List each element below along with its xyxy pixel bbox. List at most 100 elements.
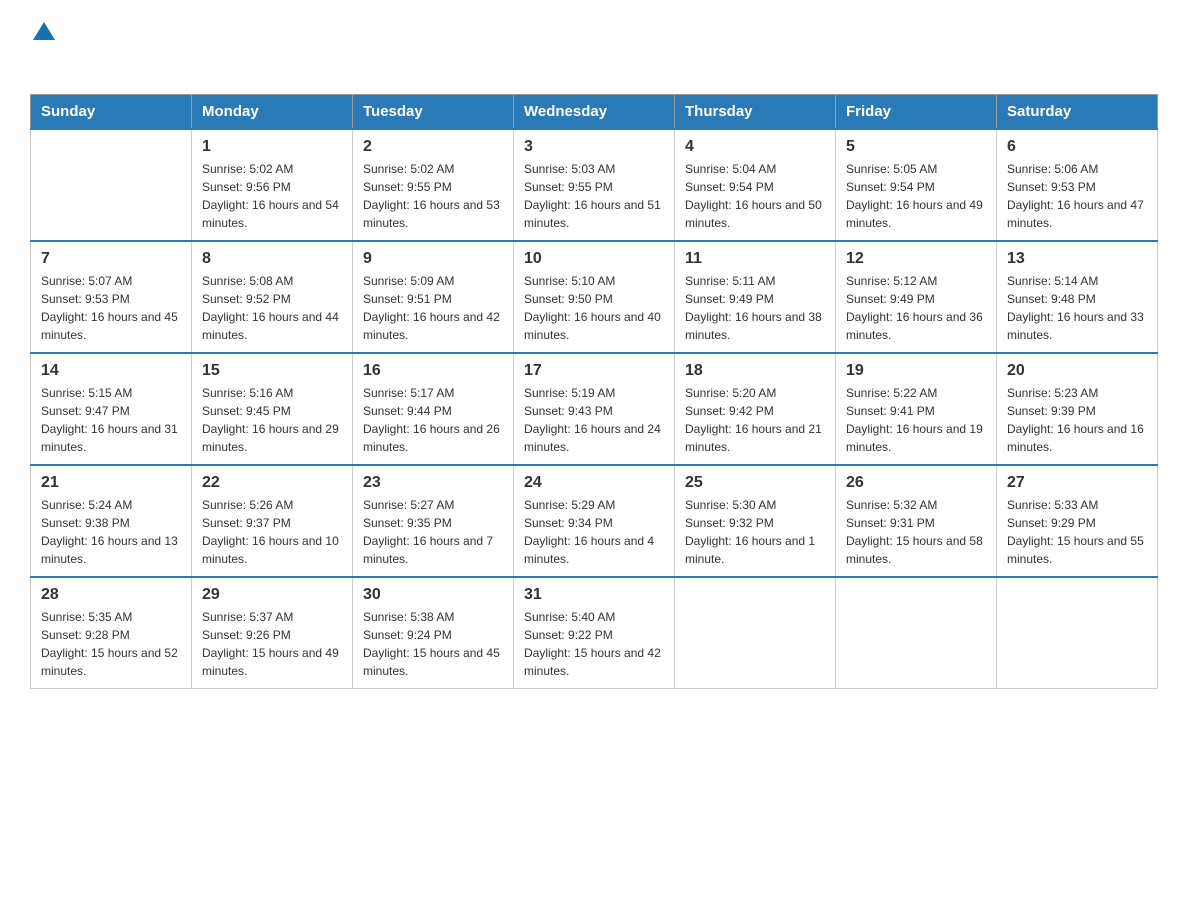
day-number: 13: [1007, 250, 1147, 268]
calendar-cell-30: 30 Sunrise: 5:38 AMSunset: 9:24 PMDayligh…: [353, 577, 514, 689]
day-number: 16: [363, 362, 503, 380]
logo-icon: [33, 20, 55, 42]
day-number: 21: [41, 474, 181, 492]
day-number: 2: [363, 138, 503, 156]
calendar-cell-22: 22 Sunrise: 5:26 AMSunset: 9:37 PMDayligh…: [192, 465, 353, 577]
day-info: Sunrise: 5:19 AMSunset: 9:43 PMDaylight:…: [524, 384, 664, 456]
day-number: 11: [685, 250, 825, 268]
day-info: Sunrise: 5:38 AMSunset: 9:24 PMDaylight:…: [363, 608, 503, 680]
logo: [30, 20, 55, 74]
calendar-cell-21: 21 Sunrise: 5:24 AMSunset: 9:38 PMDayligh…: [31, 465, 192, 577]
day-number: 29: [202, 586, 342, 604]
day-header-saturday: Saturday: [997, 95, 1158, 130]
calendar-cell-20: 20Sunrise: 5:23 AMSunset: 9:39 PMDayligh…: [997, 353, 1158, 465]
day-number: 24: [524, 474, 664, 492]
calendar-cell-26: 26Sunrise: 5:32 AMSunset: 9:31 PMDayligh…: [836, 465, 997, 577]
calendar-cell-23: 23 Sunrise: 5:27 AMSunset: 9:35 PMDayligh…: [353, 465, 514, 577]
calendar-cell-empty-4-5: [836, 577, 997, 689]
day-number: 31: [524, 586, 664, 604]
calendar-cell-13: 13 Sunrise: 5:14 AMSunset: 9:48 PMDayligh…: [997, 241, 1158, 353]
calendar-cell-24: 24Sunrise: 5:29 AMSunset: 9:34 PMDayligh…: [514, 465, 675, 577]
day-number: 19: [846, 362, 986, 380]
day-info: Sunrise: 5:08 AMSunset: 9:52 PMDaylight:…: [202, 272, 342, 344]
day-info: Sunrise: 5:26 AMSunset: 9:37 PMDaylight:…: [202, 496, 342, 568]
day-number: 27: [1007, 474, 1147, 492]
day-number: 30: [363, 586, 503, 604]
day-number: 1: [202, 138, 342, 156]
calendar-cell-17: 17 Sunrise: 5:19 AMSunset: 9:43 PMDayligh…: [514, 353, 675, 465]
calendar-cell-27: 27 Sunrise: 5:33 AMSunset: 9:29 PMDayligh…: [997, 465, 1158, 577]
day-info: Sunrise: 5:09 AMSunset: 9:51 PMDaylight:…: [363, 272, 503, 344]
day-info: Sunrise: 5:20 AMSunset: 9:42 PMDaylight:…: [685, 384, 825, 456]
day-info: Sunrise: 5:27 AMSunset: 9:35 PMDaylight:…: [363, 496, 503, 568]
day-number: 7: [41, 250, 181, 268]
day-number: 28: [41, 586, 181, 604]
calendar-cell-29: 29 Sunrise: 5:37 AMSunset: 9:26 PMDayligh…: [192, 577, 353, 689]
calendar-cell-15: 15Sunrise: 5:16 AMSunset: 9:45 PMDayligh…: [192, 353, 353, 465]
day-number: 23: [363, 474, 503, 492]
day-info: Sunrise: 5:37 AMSunset: 9:26 PMDaylight:…: [202, 608, 342, 680]
day-header-sunday: Sunday: [31, 95, 192, 130]
day-info: Sunrise: 5:03 AMSunset: 9:55 PMDaylight:…: [524, 160, 664, 232]
day-number: 20: [1007, 362, 1147, 380]
day-info: Sunrise: 5:02 AMSunset: 9:56 PMDaylight:…: [202, 160, 342, 232]
header-row: SundayMondayTuesdayWednesdayThursdayFrid…: [31, 95, 1158, 130]
day-number: 8: [202, 250, 342, 268]
day-number: 17: [524, 362, 664, 380]
day-header-tuesday: Tuesday: [353, 95, 514, 130]
week-row-5: 28 Sunrise: 5:35 AMSunset: 9:28 PMDayligh…: [31, 577, 1158, 689]
day-info: Sunrise: 5:17 AMSunset: 9:44 PMDaylight:…: [363, 384, 503, 456]
day-number: 14: [41, 362, 181, 380]
week-row-4: 21 Sunrise: 5:24 AMSunset: 9:38 PMDayligh…: [31, 465, 1158, 577]
day-number: 9: [363, 250, 503, 268]
day-info: Sunrise: 5:12 AMSunset: 9:49 PMDaylight:…: [846, 272, 986, 344]
calendar-cell-4: 4 Sunrise: 5:04 AMSunset: 9:54 PMDaylight…: [675, 129, 836, 241]
calendar-cell-14: 14 Sunrise: 5:15 AMSunset: 9:47 PMDayligh…: [31, 353, 192, 465]
calendar-cell-2: 2 Sunrise: 5:02 AMSunset: 9:55 PMDaylight…: [353, 129, 514, 241]
day-number: 12: [846, 250, 986, 268]
day-number: 18: [685, 362, 825, 380]
calendar-cell-18: 18 Sunrise: 5:20 AMSunset: 9:42 PMDayligh…: [675, 353, 836, 465]
day-number: 10: [524, 250, 664, 268]
calendar-table: SundayMondayTuesdayWednesdayThursdayFrid…: [30, 94, 1158, 689]
day-number: 3: [524, 138, 664, 156]
day-info: Sunrise: 5:15 AMSunset: 9:47 PMDaylight:…: [41, 384, 181, 456]
day-info: Sunrise: 5:30 AMSunset: 9:32 PMDaylight:…: [685, 496, 825, 568]
calendar-cell-1: 1 Sunrise: 5:02 AMSunset: 9:56 PMDaylight…: [192, 129, 353, 241]
calendar-cell-empty-4-6: [997, 577, 1158, 689]
calendar-cell-10: 10 Sunrise: 5:10 AMSunset: 9:50 PMDayligh…: [514, 241, 675, 353]
day-header-thursday: Thursday: [675, 95, 836, 130]
day-info: Sunrise: 5:35 AMSunset: 9:28 PMDaylight:…: [41, 608, 181, 680]
calendar-cell-empty-4-4: [675, 577, 836, 689]
day-info: Sunrise: 5:05 AMSunset: 9:54 PMDaylight:…: [846, 160, 986, 232]
day-info: Sunrise: 5:02 AMSunset: 9:55 PMDaylight:…: [363, 160, 503, 232]
calendar-cell-empty-0-0: [31, 129, 192, 241]
week-row-3: 14 Sunrise: 5:15 AMSunset: 9:47 PMDayligh…: [31, 353, 1158, 465]
day-number: 6: [1007, 138, 1147, 156]
day-info: Sunrise: 5:14 AMSunset: 9:48 PMDaylight:…: [1007, 272, 1147, 344]
day-number: 4: [685, 138, 825, 156]
day-info: Sunrise: 5:11 AMSunset: 9:49 PMDaylight:…: [685, 272, 825, 344]
day-info: Sunrise: 5:04 AMSunset: 9:54 PMDaylight:…: [685, 160, 825, 232]
week-row-1: 1 Sunrise: 5:02 AMSunset: 9:56 PMDaylight…: [31, 129, 1158, 241]
day-header-monday: Monday: [192, 95, 353, 130]
day-info: Sunrise: 5:22 AMSunset: 9:41 PMDaylight:…: [846, 384, 986, 456]
calendar-cell-25: 25Sunrise: 5:30 AMSunset: 9:32 PMDayligh…: [675, 465, 836, 577]
calendar-cell-5: 5Sunrise: 5:05 AMSunset: 9:54 PMDaylight…: [836, 129, 997, 241]
calendar-cell-19: 19 Sunrise: 5:22 AMSunset: 9:41 PMDayligh…: [836, 353, 997, 465]
calendar-cell-31: 31 Sunrise: 5:40 AMSunset: 9:22 PMDayligh…: [514, 577, 675, 689]
day-header-friday: Friday: [836, 95, 997, 130]
day-info: Sunrise: 5:33 AMSunset: 9:29 PMDaylight:…: [1007, 496, 1147, 568]
day-number: 22: [202, 474, 342, 492]
week-row-2: 7Sunrise: 5:07 AMSunset: 9:53 PMDaylight…: [31, 241, 1158, 353]
day-number: 15: [202, 362, 342, 380]
day-header-wednesday: Wednesday: [514, 95, 675, 130]
day-info: Sunrise: 5:40 AMSunset: 9:22 PMDaylight:…: [524, 608, 664, 680]
page-header: [30, 20, 1158, 74]
day-info: Sunrise: 5:06 AMSunset: 9:53 PMDaylight:…: [1007, 160, 1147, 232]
day-info: Sunrise: 5:24 AMSunset: 9:38 PMDaylight:…: [41, 496, 181, 568]
calendar-cell-6: 6 Sunrise: 5:06 AMSunset: 9:53 PMDaylight…: [997, 129, 1158, 241]
calendar-cell-7: 7Sunrise: 5:07 AMSunset: 9:53 PMDaylight…: [31, 241, 192, 353]
day-info: Sunrise: 5:10 AMSunset: 9:50 PMDaylight:…: [524, 272, 664, 344]
calendar-cell-11: 11 Sunrise: 5:11 AMSunset: 9:49 PMDayligh…: [675, 241, 836, 353]
